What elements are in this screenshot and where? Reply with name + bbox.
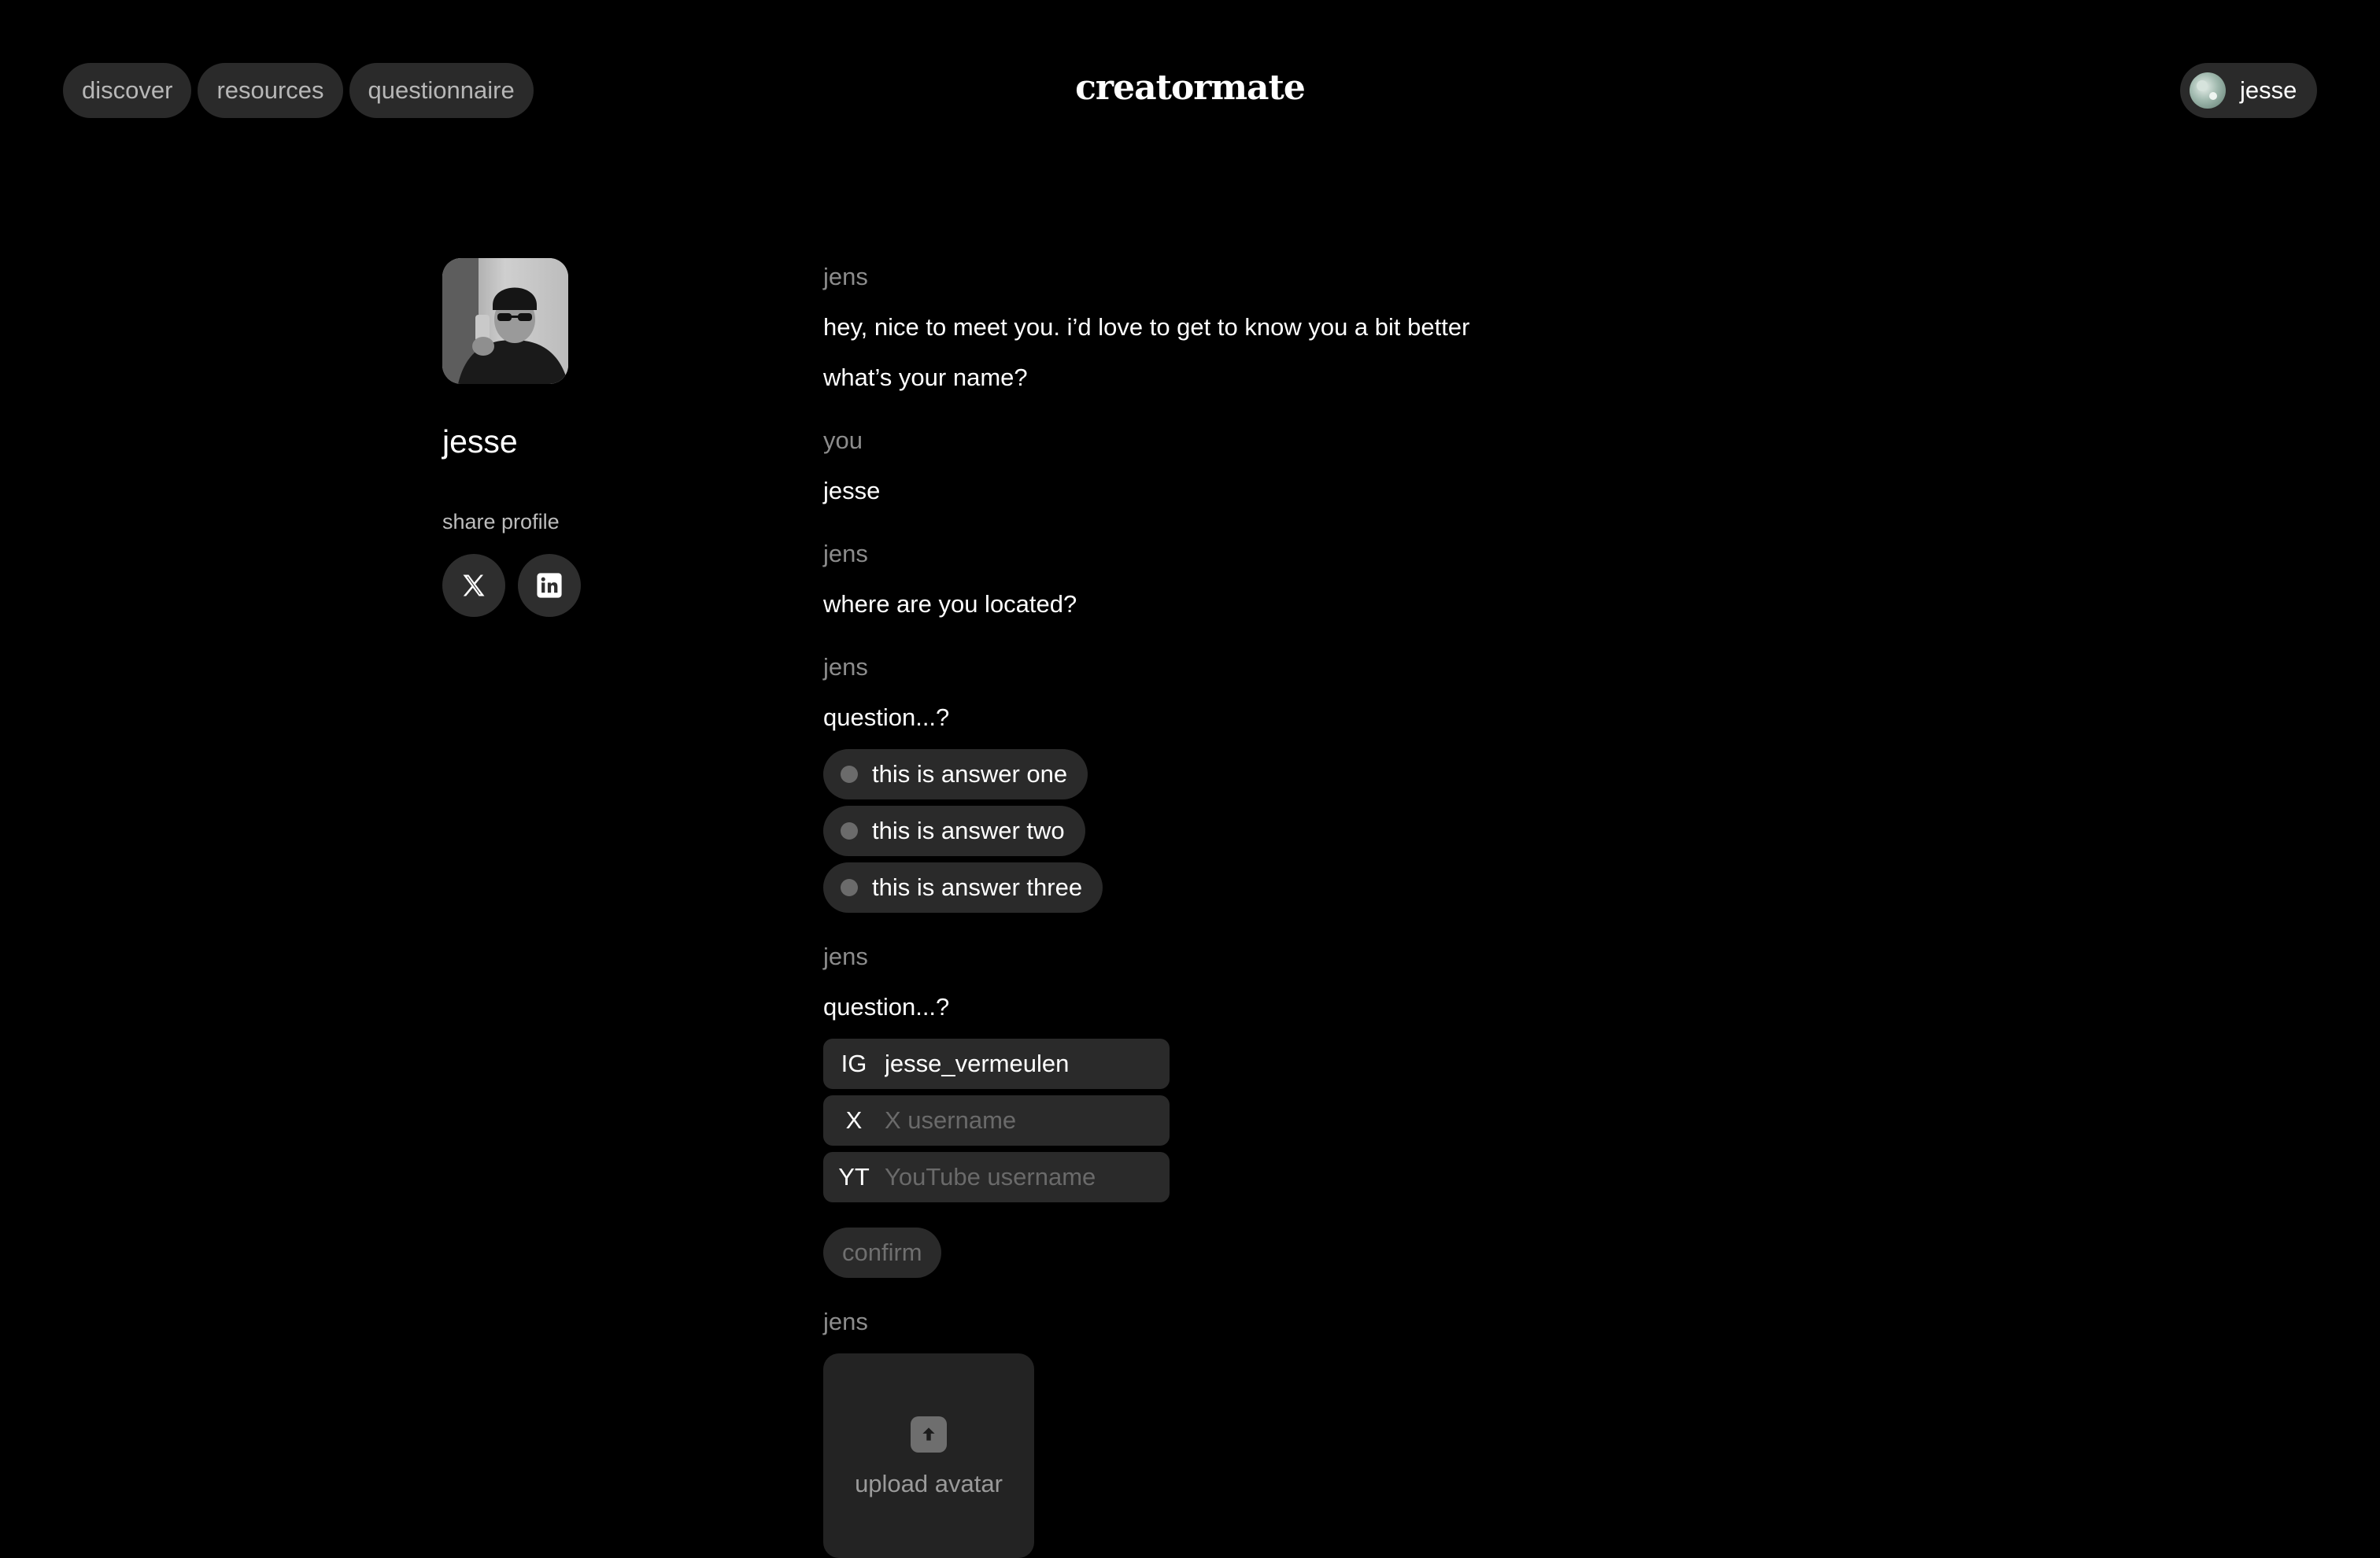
field-prefix: YT bbox=[838, 1163, 870, 1191]
share-linkedin-button[interactable] bbox=[518, 554, 581, 617]
upload-avatar-button[interactable]: upload avatar bbox=[823, 1353, 1034, 1558]
linkedin-icon bbox=[537, 573, 562, 598]
profile-name: jesse bbox=[442, 423, 518, 460]
question-text: question...? bbox=[823, 703, 950, 731]
message-sender: jens bbox=[823, 263, 868, 290]
share-profile-label: share profile bbox=[442, 510, 560, 533]
message-sender: jens bbox=[823, 540, 868, 567]
radio-icon bbox=[841, 879, 858, 896]
message-sender: jens bbox=[823, 943, 868, 970]
user-menu-button[interactable]: jesse bbox=[2180, 63, 2317, 118]
message-sender: you bbox=[823, 426, 863, 454]
answer-label: this is answer two bbox=[872, 817, 1065, 844]
radio-icon bbox=[841, 766, 858, 783]
brand-logo[interactable]: creatormate bbox=[0, 68, 2380, 108]
x-field: X bbox=[823, 1095, 1170, 1146]
answer-label: this is answer three bbox=[872, 873, 1083, 901]
instagram-input[interactable] bbox=[885, 1050, 1170, 1078]
answer-option-3[interactable]: this is answer three bbox=[823, 862, 1103, 913]
upload-icon bbox=[911, 1416, 947, 1453]
x-icon bbox=[463, 574, 485, 596]
confirm-button[interactable]: confirm bbox=[823, 1228, 941, 1278]
x-username-input[interactable] bbox=[885, 1106, 1170, 1135]
upload-avatar-label: upload avatar bbox=[855, 1470, 1003, 1497]
share-x-button[interactable] bbox=[442, 554, 505, 617]
message-sender: jens bbox=[823, 653, 868, 681]
youtube-username-input[interactable] bbox=[885, 1163, 1170, 1191]
field-prefix: X bbox=[845, 1106, 863, 1134]
message-text: what’s your name? bbox=[823, 364, 1028, 391]
user-name: jesse bbox=[2240, 76, 2297, 104]
question-text: question...? bbox=[823, 993, 950, 1021]
message-text: hey, nice to meet you. i’d love to get t… bbox=[823, 313, 1470, 341]
answer-option-1[interactable]: this is answer one bbox=[823, 749, 1088, 799]
answer-label: this is answer one bbox=[872, 760, 1068, 788]
message-sender: jens bbox=[823, 1308, 868, 1335]
profile-photo bbox=[442, 258, 568, 384]
profile-photo-image bbox=[442, 258, 568, 384]
user-avatar-icon bbox=[2190, 72, 2226, 109]
field-prefix: IG bbox=[841, 1050, 867, 1077]
radio-icon bbox=[841, 822, 858, 840]
answer-option-2[interactable]: this is answer two bbox=[823, 806, 1085, 856]
message-text: where are you located? bbox=[823, 590, 1077, 618]
share-buttons bbox=[442, 554, 581, 617]
instagram-field: IG bbox=[823, 1039, 1170, 1089]
message-text: jesse bbox=[823, 477, 881, 504]
youtube-field: YT bbox=[823, 1152, 1170, 1202]
